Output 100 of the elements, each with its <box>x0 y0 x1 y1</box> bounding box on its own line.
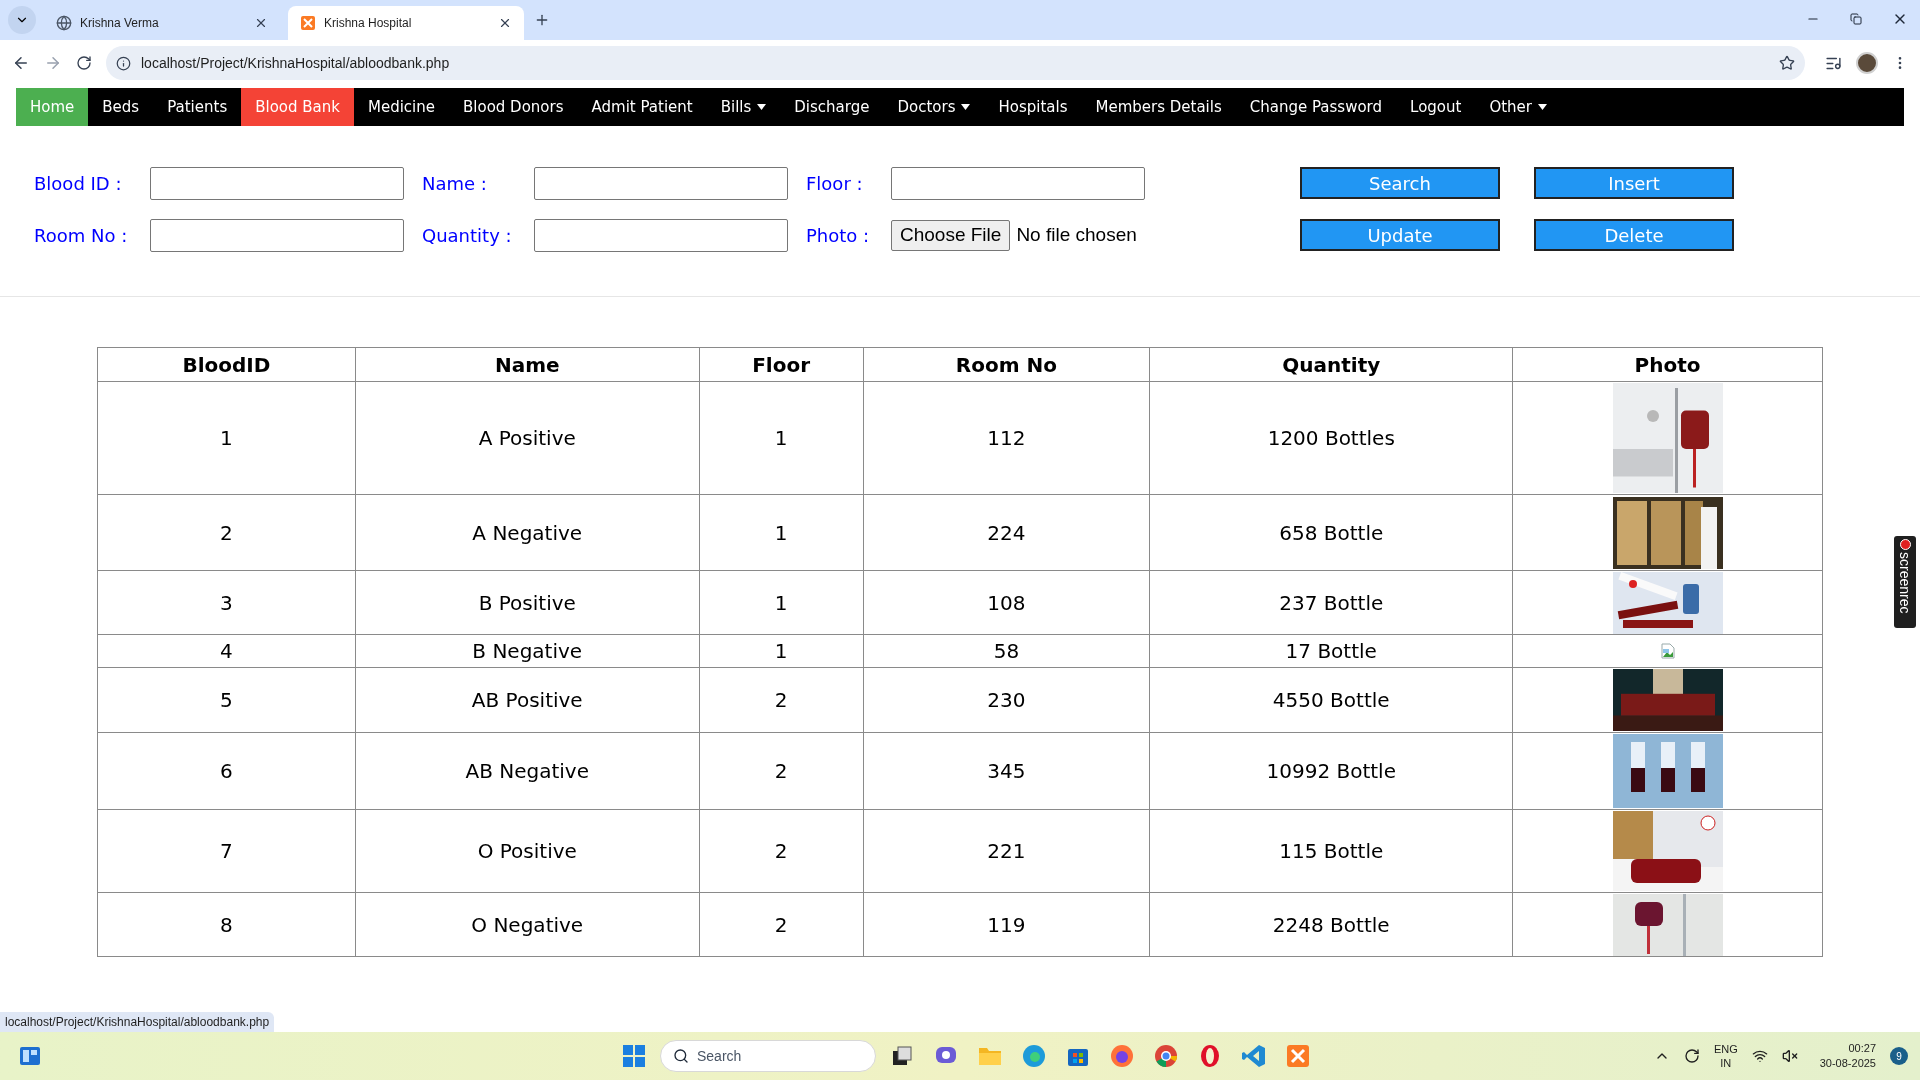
table-cell: 224 <box>863 494 1150 571</box>
field-label: Room No : <box>34 223 129 248</box>
table-cell: O Negative <box>355 892 700 957</box>
bookmark-star-icon[interactable] <box>1779 55 1795 71</box>
browser-tab[interactable]: Krishna Hospital <box>288 6 524 40</box>
table-cell: 4550 Bottle <box>1149 667 1513 733</box>
browser-tab[interactable]: Krishna Verma <box>44 6 280 40</box>
file-status: No file chosen <box>1016 222 1137 247</box>
nav-link[interactable]: Blood Bank <box>241 88 354 126</box>
field-label: Photo : <box>806 223 871 248</box>
tab-title: Krishna Verma <box>80 15 160 32</box>
nav-link[interactable]: Patients <box>153 88 242 126</box>
wifi-icon[interactable] <box>1751 1048 1768 1064</box>
table-cell: 5 <box>97 667 356 733</box>
input-field[interactable] <box>891 166 1145 200</box>
table-cell: 2 <box>97 494 356 571</box>
table-cell: 2 <box>699 892 864 957</box>
column-header: Floor <box>699 347 864 382</box>
url-text: localhost/Project/KrishnaHospital/abloodbank.php <box>141 53 451 73</box>
table-cell: 6 <box>97 732 356 810</box>
app-logo-icon <box>300 15 316 31</box>
close-icon[interactable] <box>254 16 268 30</box>
table-cell: 2248 Bottle <box>1149 892 1513 957</box>
nav-link[interactable]: Admit Patient <box>577 88 707 126</box>
table-cell: 1 <box>699 634 864 668</box>
record-icon <box>1899 539 1911 550</box>
table-cell: B Negative <box>355 634 700 668</box>
taskbar-search-field[interactable]: Search <box>660 1040 876 1072</box>
table-cell: AB Negative <box>355 732 700 810</box>
nav-link[interactable]: Logout <box>1396 88 1476 126</box>
restore-icon[interactable] <box>1850 13 1862 25</box>
caret-icon <box>1538 104 1547 110</box>
nav-link[interactable]: Blood Donors <box>449 88 578 126</box>
nav-link[interactable]: Discharge <box>780 88 884 126</box>
nav-link[interactable]: Beds <box>88 88 154 126</box>
table-cell: A Positive <box>355 381 700 495</box>
input-field[interactable] <box>150 166 404 200</box>
table-cell: 1 <box>699 381 864 495</box>
forward-icon[interactable] <box>44 54 62 72</box>
table-cell: 1 <box>97 381 356 495</box>
choose-file-button[interactable]: Choose File <box>891 219 1011 251</box>
language-indicator[interactable]: IN <box>1720 1056 1732 1070</box>
new-tab-icon[interactable] <box>534 12 550 28</box>
table-cell: A Negative <box>355 494 700 571</box>
field-label: Floor : <box>806 171 864 196</box>
table-cell: 112 <box>863 381 1150 495</box>
nav-link[interactable]: Hospitals <box>984 88 1082 126</box>
table-cell: 58 <box>863 634 1150 668</box>
language-indicator[interactable]: ENG <box>1713 1042 1738 1056</box>
table-cell: 7 <box>97 809 356 893</box>
field-label: Quantity : <box>422 223 513 248</box>
table-cell: AB Positive <box>355 667 700 733</box>
table-cell: 1 <box>699 494 864 571</box>
column-header: Name <box>355 347 700 382</box>
table-cell: 658 Bottle <box>1149 494 1513 571</box>
status-url: localhost/Project/KrishnaHospital/abloodbank.php <box>0 1012 275 1032</box>
column-header: Quantity <box>1149 347 1513 382</box>
table-cell: 3 <box>97 570 356 635</box>
table-cell: 17 Bottle <box>1149 634 1513 668</box>
widget-label: screenrec <box>1898 552 1912 614</box>
table-cell: 2 <box>699 732 864 810</box>
close-icon[interactable] <box>498 16 512 30</box>
table-cell: 8 <box>97 892 356 957</box>
column-header: Photo <box>1512 347 1823 382</box>
column-header: Room No <box>863 347 1150 382</box>
address-bar[interactable]: localhost/Project/KrishnaHospital/abloodbank.php <box>106 46 1805 80</box>
table-cell: 108 <box>863 570 1150 635</box>
table-cell: 2 <box>699 809 864 893</box>
profile-avatar[interactable] <box>1856 52 1878 74</box>
nav-link[interactable]: Other <box>1475 88 1561 126</box>
table-cell: 221 <box>863 809 1150 893</box>
table-cell: 10992 Bottle <box>1149 732 1513 810</box>
nav-link[interactable]: Members Details <box>1081 88 1236 126</box>
table-cell: 1 <box>699 570 864 635</box>
sync-icon[interactable] <box>1683 1048 1700 1064</box>
field-label: Name : <box>422 171 488 196</box>
table-cell: 237 Bottle <box>1149 570 1513 635</box>
globe-icon <box>56 15 72 31</box>
caret-icon <box>961 104 971 110</box>
field-label: Blood ID : <box>34 171 123 196</box>
input-field[interactable] <box>534 218 788 252</box>
nav-link[interactable]: Doctors <box>883 88 985 126</box>
input-field[interactable] <box>534 166 788 200</box>
nav-link[interactable]: Change Password <box>1235 88 1397 126</box>
clock-date[interactable]: 30-08-2025 <box>1819 1056 1876 1071</box>
site-info-icon[interactable] <box>116 55 131 71</box>
table-cell: O Positive <box>355 809 700 893</box>
back-icon[interactable] <box>12 54 30 72</box>
reload-icon[interactable] <box>76 55 92 71</box>
muted-speaker-icon[interactable] <box>1781 1048 1798 1064</box>
clock-time[interactable]: 00:27 <box>1848 1041 1876 1056</box>
table-cell: 119 <box>863 892 1150 957</box>
table-cell: 230 <box>863 667 1150 733</box>
table-cell: 345 <box>863 732 1150 810</box>
input-field[interactable] <box>150 218 404 252</box>
nav-link[interactable]: Medicine <box>354 88 449 126</box>
recorder-widget[interactable]: screenrec <box>1894 536 1916 628</box>
notification-badge[interactable]: 9 <box>1890 1047 1908 1065</box>
nav-link[interactable]: Bills <box>706 88 781 126</box>
column-header: BloodID <box>97 347 356 382</box>
